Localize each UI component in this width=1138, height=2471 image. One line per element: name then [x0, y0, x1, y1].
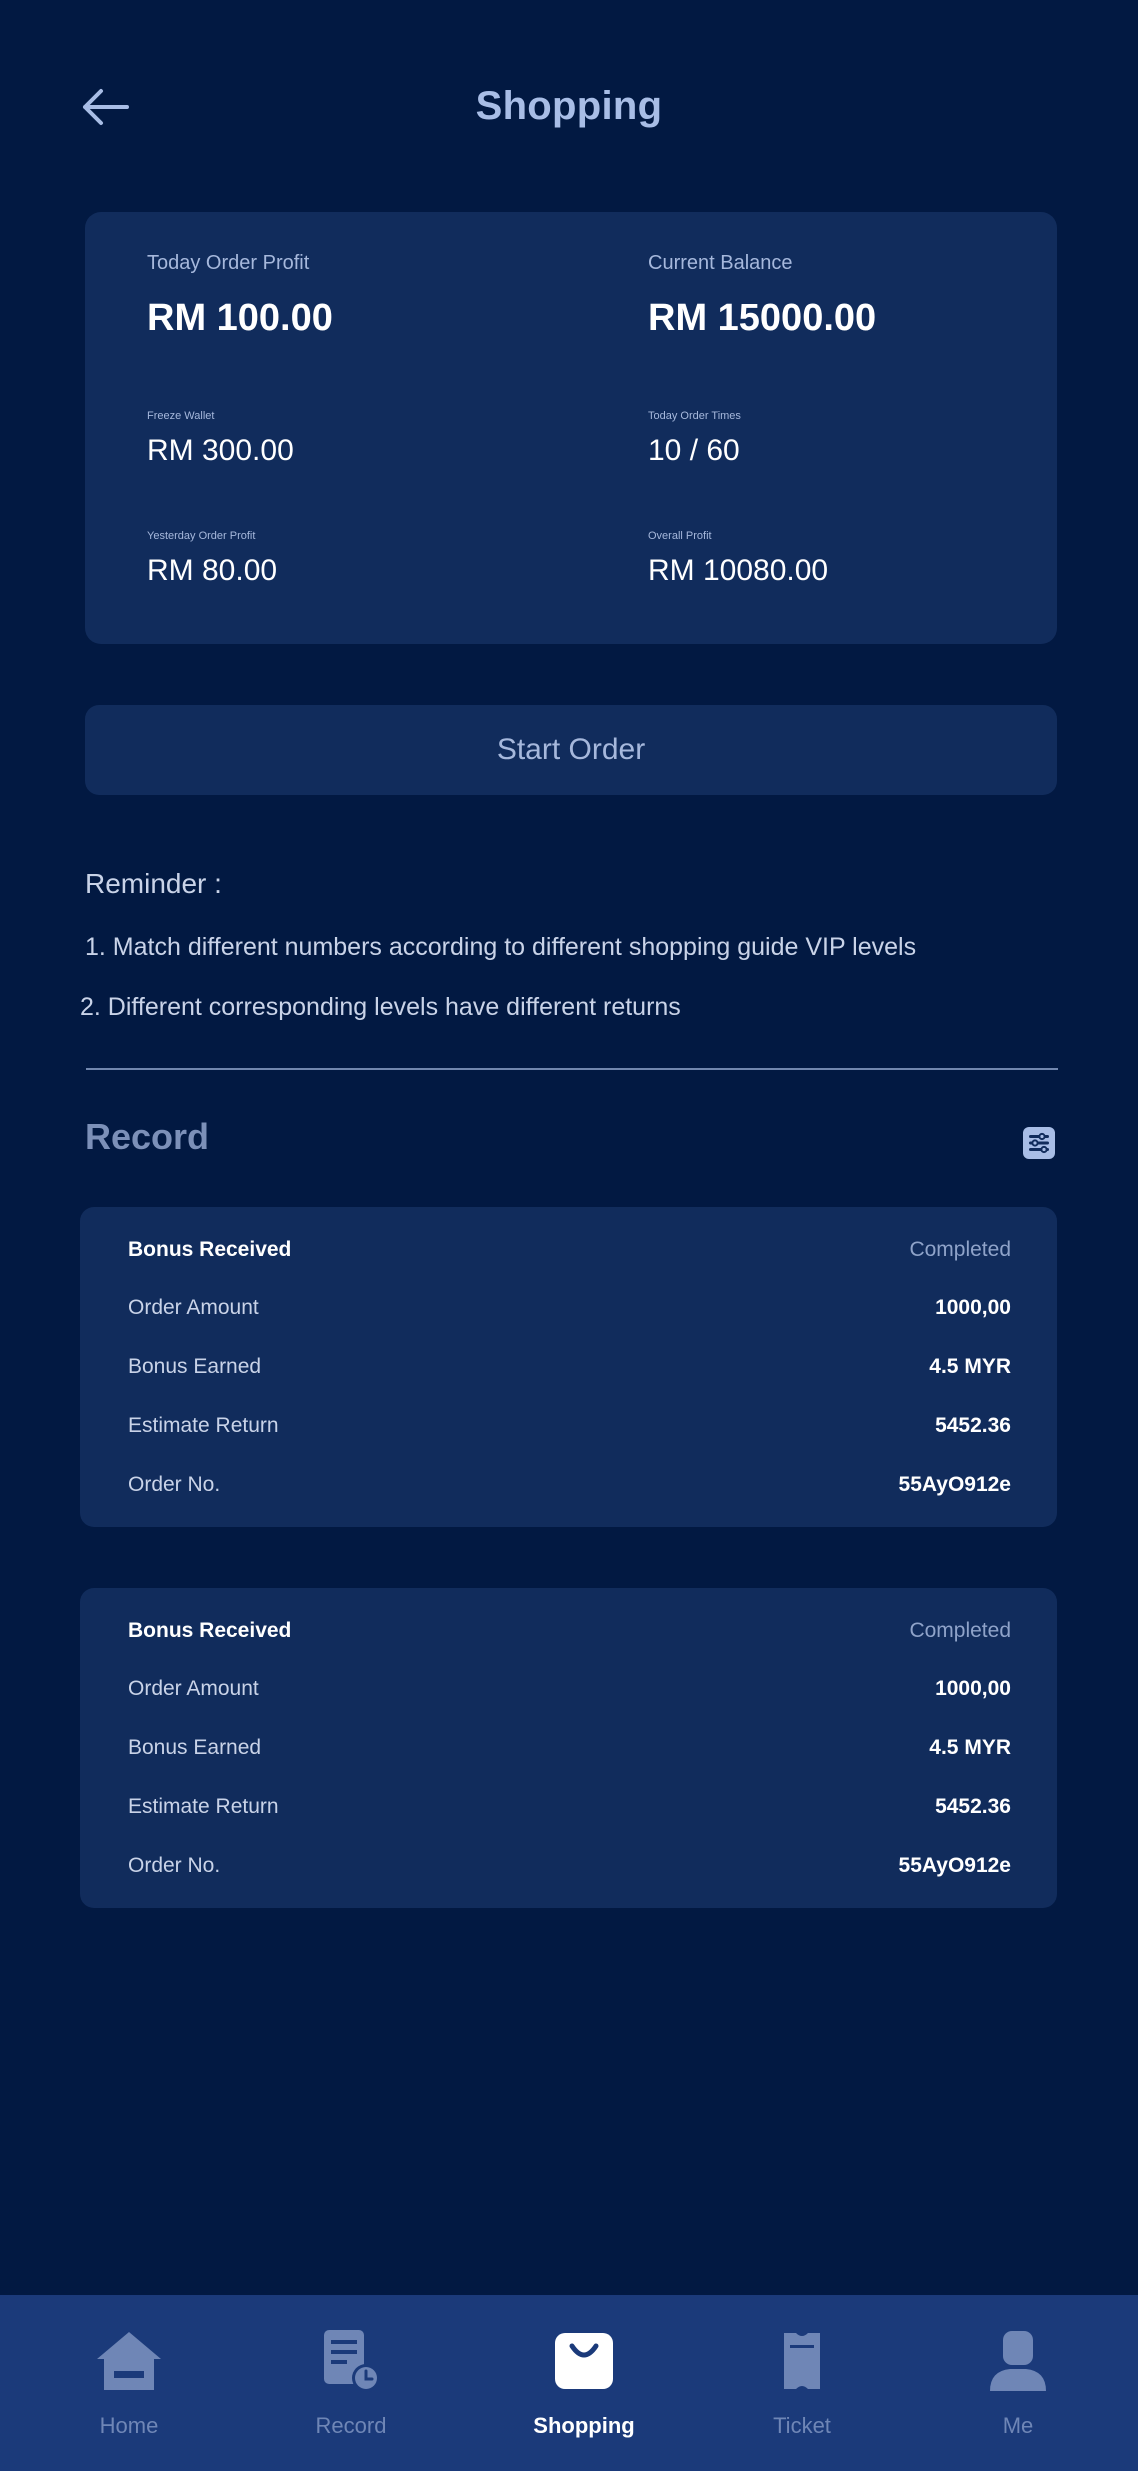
- bottom-nav: Home Record Shopping Ticket Me: [0, 2295, 1138, 2471]
- record-value: 55AyO912e: [898, 1854, 1011, 1877]
- record-value: 55AyO912e: [898, 1473, 1011, 1496]
- record-key: Estimate Return: [128, 1414, 279, 1437]
- record-value: 5452.36: [935, 1795, 1011, 1818]
- stats-card: Today Order Profit RM 100.00 Current Bal…: [85, 212, 1057, 644]
- nav-label: Me: [1002, 2413, 1034, 2438]
- nav-label: Record: [315, 2413, 387, 2438]
- stat-value: 10 / 60: [648, 434, 740, 467]
- nav-label: Ticket: [773, 2413, 831, 2438]
- record-value: 1000,00: [935, 1296, 1011, 1319]
- page-title: Shopping: [475, 84, 663, 128]
- record-row: Order Amount 1000,00: [128, 1293, 1011, 1323]
- record-value: 1000,00: [935, 1677, 1011, 1700]
- nav-label: Home: [99, 2413, 159, 2438]
- stat-label: Current Balance: [648, 252, 793, 274]
- today-times-stat: Today Order Times 10 / 60: [648, 410, 741, 468]
- record-row: Estimate Return 5452.36: [128, 1411, 1011, 1441]
- stat-label: Yesterday Order Profit: [147, 530, 256, 542]
- divider: [86, 1068, 1058, 1070]
- stat-label: Overall Profit: [648, 530, 712, 542]
- stat-label: Today Order Profit: [147, 252, 310, 274]
- record-row: Order Amount 1000,00: [128, 1674, 1011, 1704]
- filter-list-icon[interactable]: [1022, 1126, 1056, 1160]
- stat-value: RM 15000.00: [648, 297, 877, 339]
- header: Shopping: [0, 0, 1138, 220]
- record-card[interactable]: Bonus Received Completed Order Amount 10…: [80, 1588, 1057, 1908]
- status-badge: Completed: [909, 1238, 1011, 1261]
- record-title: Bonus Received: [128, 1619, 292, 1642]
- reminder-title: Reminder :: [85, 868, 222, 899]
- current-balance-stat: Current Balance RM 15000.00: [648, 252, 876, 340]
- record-key: Bonus Earned: [128, 1355, 262, 1378]
- reminder-line: 1. Match different numbers according to …: [85, 933, 917, 961]
- record-row: Order No. 55AyO912e: [128, 1851, 1011, 1881]
- record-header-row: Bonus Received Completed: [128, 1616, 1011, 1646]
- overall-profit-stat: Overall Profit RM 10080.00: [648, 530, 828, 588]
- record-value: 4.5 MYR: [929, 1355, 1011, 1378]
- stat-value: RM 300.00: [147, 434, 294, 467]
- shopping-page: Shopping Today Order Profit RM 100.00 Cu…: [0, 0, 1138, 2471]
- record-key: Order No.: [128, 1854, 221, 1877]
- record-key: Order Amount: [128, 1677, 259, 1700]
- stat-value: RM 10080.00: [648, 554, 829, 587]
- record-card[interactable]: Bonus Received Completed Order Amount 10…: [80, 1207, 1057, 1527]
- stat-value: RM 100.00: [147, 297, 333, 339]
- record-value: 5452.36: [935, 1414, 1011, 1437]
- record-key: Estimate Return: [128, 1795, 279, 1818]
- yesterday-profit-stat: Yesterday Order Profit RM 80.00: [147, 530, 277, 588]
- record-key: Order No.: [128, 1473, 221, 1496]
- status-badge: Completed: [909, 1619, 1011, 1642]
- reminder-line: 2. Different corresponding levels have d…: [80, 993, 681, 1021]
- nav-item-ticket[interactable]: Ticket: [712, 2295, 892, 2471]
- nav-item-me[interactable]: Me: [928, 2295, 1108, 2471]
- record-row: Order No. 55AyO912e: [128, 1470, 1011, 1500]
- nav-item-shopping[interactable]: Shopping: [494, 2295, 674, 2471]
- record-icon: [318, 2325, 384, 2397]
- record-title: Bonus Received: [128, 1238, 292, 1261]
- ticket-icon: [782, 2325, 822, 2397]
- stat-label: Freeze Wallet: [147, 410, 215, 422]
- record-row: Bonus Earned 4.5 MYR: [128, 1733, 1011, 1763]
- record-row: Bonus Earned 4.5 MYR: [128, 1352, 1011, 1382]
- user-icon: [986, 2325, 1050, 2397]
- shopping-bag-icon: [552, 2325, 616, 2397]
- record-title: Record: [85, 1116, 210, 1157]
- stat-value: RM 80.00: [147, 554, 278, 587]
- stat-label: Today Order Times: [648, 410, 741, 422]
- nav-item-record[interactable]: Record: [261, 2295, 441, 2471]
- record-key: Order Amount: [128, 1296, 259, 1319]
- freeze-wallet-stat: Freeze Wallet RM 300.00: [147, 410, 294, 468]
- record-header-row: Bonus Received Completed: [128, 1235, 1011, 1265]
- record-row: Estimate Return 5452.36: [128, 1792, 1011, 1822]
- start-order-button[interactable]: Start Order: [85, 705, 1057, 795]
- record-value: 4.5 MYR: [929, 1736, 1011, 1759]
- today-profit-stat: Today Order Profit RM 100.00: [147, 252, 333, 340]
- nav-label: Shopping: [533, 2413, 635, 2438]
- home-icon: [94, 2325, 164, 2397]
- record-key: Bonus Earned: [128, 1736, 262, 1759]
- nav-item-home[interactable]: Home: [39, 2295, 219, 2471]
